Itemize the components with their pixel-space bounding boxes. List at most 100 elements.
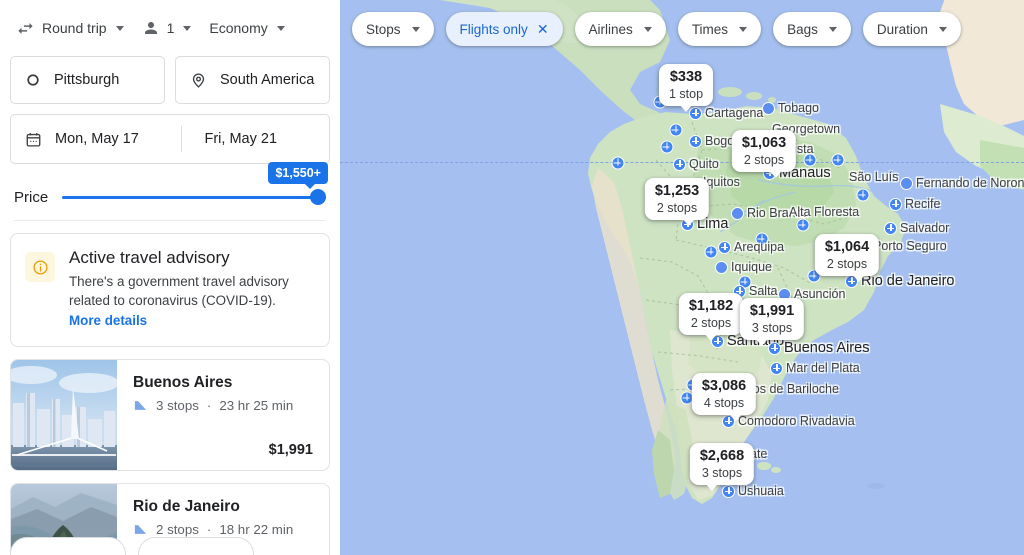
map-city-iquique[interactable]: Iquique bbox=[715, 260, 772, 274]
buenos-aires-photo bbox=[11, 359, 117, 470]
close-icon[interactable]: ✕ bbox=[537, 22, 549, 36]
airport-pin-icon[interactable] bbox=[660, 140, 674, 154]
price-marker[interactable]: $1,182 2 stops bbox=[678, 293, 744, 341]
map-city-salvador[interactable]: Salvador bbox=[884, 221, 949, 235]
bottom-button-right[interactable] bbox=[138, 537, 254, 555]
city-label: São Luís bbox=[849, 170, 899, 184]
passengers-count: 1 bbox=[166, 20, 175, 36]
price-slider[interactable] bbox=[62, 188, 326, 206]
city-dot-icon bbox=[762, 101, 775, 115]
price-marker-price: $1,063 bbox=[741, 135, 787, 151]
price-marker[interactable]: $1,991 3 stops bbox=[739, 298, 805, 346]
airport-pin-icon[interactable] bbox=[856, 188, 870, 202]
destination-price: $1,991 bbox=[268, 441, 313, 458]
airport-pin-icon[interactable] bbox=[611, 156, 625, 170]
destination-card-buenos-aires[interactable]: Buenos Aires 3 stops · 23 hr 25 min $1,9… bbox=[10, 358, 330, 471]
price-filter: $1,550+ Price bbox=[0, 162, 340, 221]
passengers-selector[interactable]: 1 bbox=[134, 13, 200, 43]
price-marker-price: $2,668 bbox=[699, 448, 745, 464]
price-marker-price: $1,253 bbox=[654, 183, 700, 199]
calendar-icon bbox=[25, 131, 42, 148]
date-divider bbox=[180, 126, 182, 152]
price-marker[interactable]: $2,668 3 stops bbox=[689, 443, 755, 491]
bottom-button-left[interactable] bbox=[10, 537, 126, 555]
advisory-title: Active travel advisory bbox=[69, 248, 230, 267]
price-marker[interactable]: $3,086 4 stops bbox=[691, 373, 757, 421]
price-marker[interactable]: $338 1 stop bbox=[658, 64, 714, 112]
price-marker[interactable]: $1,253 2 stops bbox=[644, 178, 710, 226]
filter-chip-bags[interactable]: Bags bbox=[773, 12, 851, 46]
filter-chip-flights-only[interactable]: Flights only ✕ bbox=[445, 12, 563, 46]
airplane-icon bbox=[133, 522, 148, 537]
price-marker-price: $338 bbox=[669, 69, 703, 85]
google-flights-explore-page: Round trip 1 Economy Pittsburgh South Am… bbox=[0, 0, 1024, 555]
map-city-porto-seguro[interactable]: Porto Seguro bbox=[873, 239, 947, 253]
destination-details: 3 stops · 23 hr 25 min bbox=[133, 398, 313, 413]
return-date[interactable]: Fri, May 21 bbox=[205, 127, 316, 151]
city-label: Rio de Janeiro bbox=[861, 273, 955, 289]
filter-chip-duration[interactable]: Duration bbox=[862, 12, 961, 46]
price-marker-stops: 2 stops bbox=[656, 200, 698, 215]
explore-map[interactable]: Stops Flights only ✕ Airlines Times Bags Durat… bbox=[340, 0, 1024, 555]
city-dot-icon bbox=[715, 260, 728, 274]
airport-pin-icon[interactable] bbox=[796, 218, 810, 232]
city-label: Tobago bbox=[778, 101, 820, 115]
origin-field[interactable]: Pittsburgh bbox=[10, 56, 165, 104]
travel-advisory-text: Active travel advisory There's a governm… bbox=[69, 248, 315, 330]
airport-pin-icon[interactable] bbox=[831, 153, 845, 167]
price-marker-stops: 3 stops bbox=[701, 465, 743, 480]
map-city-s-o-lu-s[interactable]: São Luís bbox=[849, 170, 898, 184]
airport-pin-icon bbox=[884, 221, 897, 235]
price-marker-price: $3,086 bbox=[701, 378, 747, 394]
filter-chip-times[interactable]: Times bbox=[677, 12, 762, 46]
map-city-cartagena[interactable]: Cartagena bbox=[689, 106, 763, 120]
city-dot-icon bbox=[731, 206, 744, 220]
trip-type-selector[interactable]: Round trip bbox=[8, 13, 132, 44]
price-marker[interactable]: $1,064 2 stops bbox=[814, 234, 880, 282]
map-city-buenos-aires[interactable]: Buenos Aires bbox=[768, 340, 869, 356]
cabin-class-selector[interactable]: Economy bbox=[201, 14, 292, 42]
price-marker-price: $1,182 bbox=[688, 298, 734, 314]
airport-pin-icon bbox=[718, 240, 731, 254]
destination-name: Buenos Aires bbox=[133, 373, 233, 391]
chevron-down-icon bbox=[828, 26, 837, 32]
airport-pin-icon[interactable] bbox=[704, 245, 718, 259]
destination-duration: 18 hr 22 min bbox=[219, 521, 294, 537]
airport-pin-icon bbox=[722, 484, 735, 498]
map-city-tobago[interactable]: Tobago bbox=[762, 101, 819, 115]
map-city-los-de-bariloche[interactable]: los de Bariloche bbox=[750, 382, 839, 396]
circle-icon bbox=[25, 72, 41, 88]
price-marker-price: $1,064 bbox=[824, 239, 870, 255]
price-slider-knob[interactable] bbox=[310, 189, 326, 205]
filter-chip-label: Times bbox=[691, 21, 729, 37]
filter-chip-label: Bags bbox=[787, 21, 818, 37]
airport-pin-icon[interactable] bbox=[669, 123, 683, 137]
map-city-ushuaia[interactable]: Ushuaia bbox=[722, 484, 784, 498]
airport-pin-icon bbox=[770, 361, 783, 375]
destination-stops: 2 stops bbox=[156, 521, 199, 537]
map-city-alta-floresta[interactable]: Alta Floresta bbox=[789, 205, 859, 219]
price-slider-track bbox=[62, 195, 326, 199]
departure-date[interactable]: Mon, May 17 bbox=[55, 127, 166, 151]
price-marker[interactable]: $1,063 2 stops bbox=[731, 130, 797, 178]
sidebar-divider bbox=[14, 220, 326, 221]
destination-field[interactable]: South America bbox=[175, 56, 330, 104]
map-city-mar-del-plata[interactable]: Mar del Plata bbox=[770, 361, 860, 375]
city-label: Comodoro Rivadavia bbox=[738, 414, 855, 428]
city-label: Alta Floresta bbox=[789, 205, 860, 219]
advisory-more-details-link[interactable]: More details bbox=[69, 313, 147, 328]
chevron-down-icon bbox=[183, 25, 192, 31]
filter-chip-stops[interactable]: Stops bbox=[352, 12, 434, 46]
map-city-fernando-de-noronha[interactable]: Fernando de Noronha bbox=[900, 176, 1024, 190]
map-city-quito[interactable]: Quito bbox=[673, 157, 719, 171]
filter-chip-airlines[interactable]: Airlines bbox=[574, 12, 666, 46]
map-city-recife[interactable]: Recife bbox=[889, 197, 940, 211]
city-label: Recife bbox=[905, 197, 941, 211]
city-label: Cartagena bbox=[705, 106, 764, 120]
map-city-arequipa[interactable]: Arequipa bbox=[718, 240, 784, 254]
filter-chip-label: Stops bbox=[366, 21, 401, 37]
dates-field: Mon, May 17 Fri, May 21 bbox=[10, 114, 330, 164]
destination-value: South America bbox=[220, 72, 315, 88]
price-marker-stops: 1 stop bbox=[668, 86, 704, 101]
city-dot-icon bbox=[900, 176, 913, 190]
